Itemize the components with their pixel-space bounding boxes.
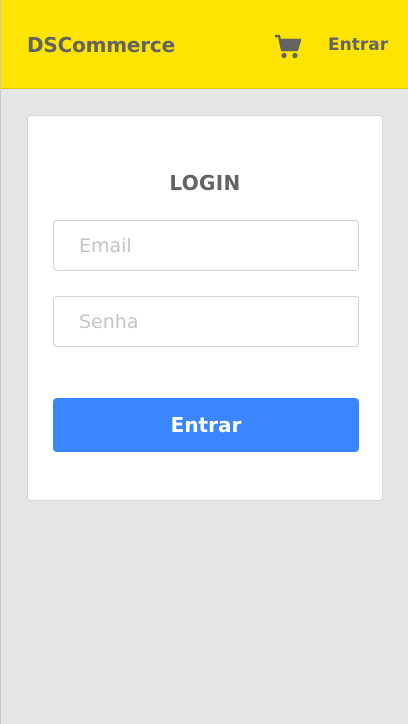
login-title: LOGIN (169, 171, 241, 195)
login-submit-button[interactable]: Entrar (53, 398, 359, 452)
top-navbar: DSCommerce Entrar (1, 0, 408, 89)
shopping-cart-icon[interactable] (274, 34, 302, 60)
password-field[interactable] (53, 296, 359, 347)
email-field[interactable] (53, 220, 359, 271)
brand-logo-text[interactable]: DSCommerce (27, 33, 175, 57)
nav-login-link[interactable]: Entrar (328, 35, 388, 55)
login-card: LOGIN Entrar (27, 115, 383, 501)
